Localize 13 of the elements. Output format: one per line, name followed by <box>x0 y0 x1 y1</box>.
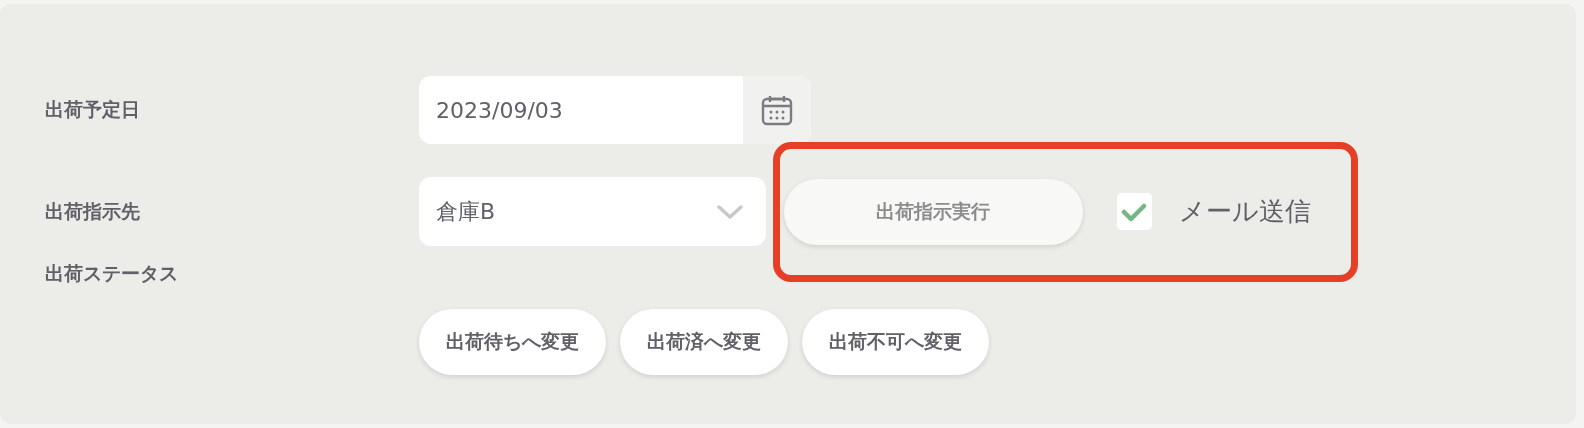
date-field[interactable]: 2023/09/03 <box>419 76 811 144</box>
chevron-down-icon <box>716 203 744 220</box>
destination-select[interactable]: 倉庫B <box>419 177 766 246</box>
status-button[interactable]: 出荷不可へ変更 <box>802 309 989 375</box>
status-button[interactable]: 出荷待ちへ変更 <box>419 309 606 375</box>
status-button[interactable]: 出荷済へ変更 <box>620 309 788 375</box>
field-label: 出荷指示先 <box>45 198 141 224</box>
checkbox-label: メール送信 <box>1179 195 1311 228</box>
calendar-icon[interactable] <box>760 93 794 127</box>
field-label: 出荷ステータス <box>45 261 179 286</box>
field-label: 出荷予定日 <box>45 97 141 122</box>
mail-checkbox[interactable] <box>1116 193 1152 230</box>
check-icon <box>1121 201 1148 222</box>
